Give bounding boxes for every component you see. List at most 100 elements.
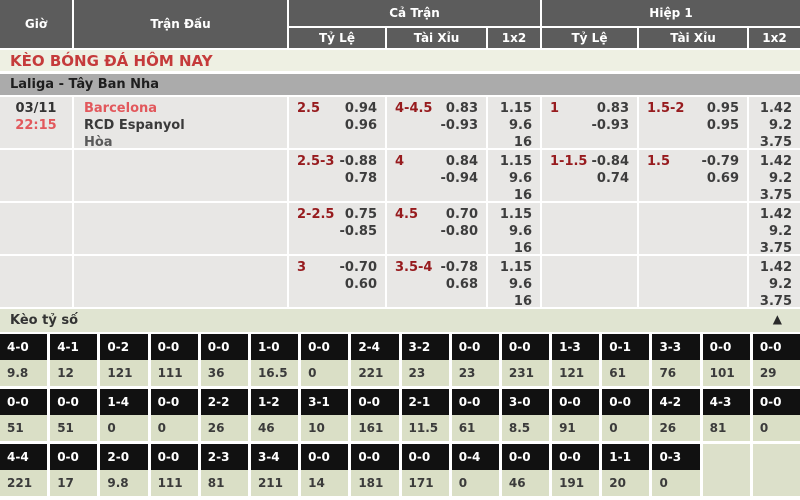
ft-1x2-odds[interactable]: 1.159.616 bbox=[488, 256, 540, 307]
odds-value: 0.78 bbox=[345, 170, 377, 187]
ft-1x2-odds[interactable]: 1.159.616 bbox=[488, 97, 540, 148]
score-odds-value: 81 bbox=[201, 470, 248, 496]
score-odds-cell[interactable]: 3-110 bbox=[301, 389, 348, 441]
h1-overunder-odds[interactable]: 1.5-0.790.69 bbox=[639, 150, 747, 201]
score-odds-cell[interactable]: 0-051 bbox=[50, 389, 97, 441]
ft-handicap-odds[interactable]: 3-0.700.60 bbox=[289, 256, 385, 307]
ft-1x2-odds[interactable]: 1.159.616 bbox=[488, 150, 540, 201]
score-odds-cell[interactable]: 1-246 bbox=[251, 389, 298, 441]
score-odds-value: 221 bbox=[0, 470, 47, 496]
ft-overunder-odds[interactable]: 4.50.70-0.80 bbox=[387, 203, 486, 254]
score-odds-cell[interactable]: 2-4221 bbox=[351, 334, 398, 386]
handicap-line: 2-2.5 bbox=[297, 206, 334, 223]
ft-overunder-odds[interactable]: 40.84-0.94 bbox=[387, 150, 486, 201]
header-time: Giờ bbox=[0, 0, 72, 48]
score-odds-cell[interactable]: 0-00 bbox=[602, 389, 649, 441]
match-time-cell bbox=[0, 256, 72, 307]
score-odds-value: 23 bbox=[402, 360, 449, 386]
score-label: 0-0 bbox=[753, 334, 800, 360]
score-odds-cell[interactable]: 4-226 bbox=[652, 389, 699, 441]
score-odds-value: 14 bbox=[301, 470, 348, 496]
score-odds-cell[interactable]: 0-051 bbox=[0, 389, 47, 441]
score-odds-cell[interactable]: 3-223 bbox=[402, 334, 449, 386]
h1-handicap-odds bbox=[542, 256, 637, 307]
score-odds-cell[interactable]: 0-0231 bbox=[502, 334, 549, 386]
score-odds-cell[interactable]: 3-376 bbox=[652, 334, 699, 386]
away-team-name: RCD Espanyol bbox=[84, 117, 287, 134]
score-odds-cell[interactable]: 0-023 bbox=[452, 334, 499, 386]
score-odds-cell[interactable]: 0-046 bbox=[502, 444, 549, 496]
score-odds-cell[interactable]: 0-161 bbox=[602, 334, 649, 386]
h1-1x2-odds[interactable]: 1.429.23.75 bbox=[749, 256, 800, 307]
h1-1x2-odds[interactable]: 1.429.23.75 bbox=[749, 150, 800, 201]
score-odds-cell[interactable]: 0-40 bbox=[452, 444, 499, 496]
score-odds-value: 0 bbox=[652, 470, 699, 496]
score-label: 0-0 bbox=[552, 389, 599, 415]
score-odds-value: 17 bbox=[50, 470, 97, 496]
score-odds-cell[interactable]: 0-2121 bbox=[100, 334, 147, 386]
ft-overunder-odds[interactable]: 3.5-4-0.780.68 bbox=[387, 256, 486, 307]
score-label: 0-0 bbox=[452, 389, 499, 415]
match-teams-cell bbox=[74, 203, 287, 254]
h1-1x2-odds[interactable]: 1.429.23.75 bbox=[749, 97, 800, 148]
score-odds-cell[interactable]: 1-40 bbox=[100, 389, 147, 441]
score-odds-cell[interactable]: 0-0191 bbox=[552, 444, 599, 496]
score-odds-cell[interactable]: 2-381 bbox=[201, 444, 248, 496]
score-odds-cell[interactable]: 0-0171 bbox=[402, 444, 449, 496]
score-odds-cell[interactable]: 3-4211 bbox=[251, 444, 298, 496]
score-odds-cell[interactable]: 0-0101 bbox=[703, 334, 750, 386]
ft-1x2-odds[interactable]: 1.159.616 bbox=[488, 203, 540, 254]
score-odds-cell[interactable]: 3-08.5 bbox=[502, 389, 549, 441]
score-odds-value: 221 bbox=[351, 360, 398, 386]
score-odds-cell[interactable]: 4-09.8 bbox=[0, 334, 47, 386]
ft-handicap-odds[interactable]: 2-2.50.75-0.85 bbox=[289, 203, 385, 254]
h1-1x2-odds[interactable]: 1.429.23.75 bbox=[749, 203, 800, 254]
score-odds-cell[interactable]: 4-4221 bbox=[0, 444, 47, 496]
score-odds-value: 26 bbox=[652, 415, 699, 441]
odds-value: 9.6 bbox=[509, 117, 532, 134]
score-odds-cell[interactable]: 0-0111 bbox=[151, 444, 198, 496]
odds-value: 9.6 bbox=[509, 223, 532, 240]
score-odds-cell[interactable]: 0-00 bbox=[301, 334, 348, 386]
match-time-cell: 03/1122:15 bbox=[0, 97, 72, 148]
score-odds-cell[interactable]: 0-00 bbox=[753, 389, 800, 441]
odds-value: 1.42 bbox=[760, 206, 792, 223]
h1-handicap-odds[interactable]: 10.83-0.93 bbox=[542, 97, 637, 148]
score-odds-cell[interactable]: 1-120 bbox=[602, 444, 649, 496]
score-odds-cell[interactable]: 0-014 bbox=[301, 444, 348, 496]
ft-handicap-odds[interactable]: 2.50.940.96 bbox=[289, 97, 385, 148]
score-odds-cell[interactable]: 0-036 bbox=[201, 334, 248, 386]
ft-overunder-odds[interactable]: 4-4.50.83-0.93 bbox=[387, 97, 486, 148]
score-odds-cell[interactable]: 0-30 bbox=[652, 444, 699, 496]
score-odds-cell[interactable]: 0-061 bbox=[452, 389, 499, 441]
ft-handicap-odds[interactable]: 2.5-3-0.880.78 bbox=[289, 150, 385, 201]
h1-handicap-odds[interactable]: 1-1.5-0.840.74 bbox=[542, 150, 637, 201]
score-odds-cell[interactable]: 1-016.5 bbox=[251, 334, 298, 386]
score-odds-cell[interactable]: 2-226 bbox=[201, 389, 248, 441]
score-odds-cell[interactable]: 0-091 bbox=[552, 389, 599, 441]
score-odds-value: 0 bbox=[452, 470, 499, 496]
score-odds-cell[interactable]: 2-09.8 bbox=[100, 444, 147, 496]
score-odds-value: 0 bbox=[301, 360, 348, 386]
score-odds-cell[interactable]: 1-3121 bbox=[552, 334, 599, 386]
score-odds-cell[interactable]: 0-0181 bbox=[351, 444, 398, 496]
header-ft-overunder: Tài Xỉu bbox=[387, 28, 486, 48]
h1-overunder-odds[interactable]: 1.5-20.950.95 bbox=[639, 97, 747, 148]
score-odds-value: 36 bbox=[201, 360, 248, 386]
score-odds-cell[interactable]: 2-111.5 bbox=[402, 389, 449, 441]
score-label: 3-1 bbox=[301, 389, 348, 415]
odds-value: 9.6 bbox=[509, 276, 532, 293]
score-label: 0-0 bbox=[151, 444, 198, 470]
scroll-top-icon[interactable]: ▲ bbox=[773, 312, 782, 326]
score-odds-value: 29 bbox=[753, 360, 800, 386]
score-odds-cell[interactable]: 0-017 bbox=[50, 444, 97, 496]
score-odds-cell[interactable]: 0-029 bbox=[753, 334, 800, 386]
score-odds-cell[interactable]: 0-0111 bbox=[151, 334, 198, 386]
score-odds-cell[interactable]: 0-0161 bbox=[351, 389, 398, 441]
score-label: 0-3 bbox=[652, 444, 699, 470]
score-odds-cell[interactable]: 4-381 bbox=[703, 389, 750, 441]
score-odds-cell[interactable]: 4-112 bbox=[50, 334, 97, 386]
odds-value: -0.80 bbox=[441, 223, 478, 240]
score-odds-cell[interactable]: 0-00 bbox=[151, 389, 198, 441]
odds-value: 1.15 bbox=[500, 153, 532, 170]
